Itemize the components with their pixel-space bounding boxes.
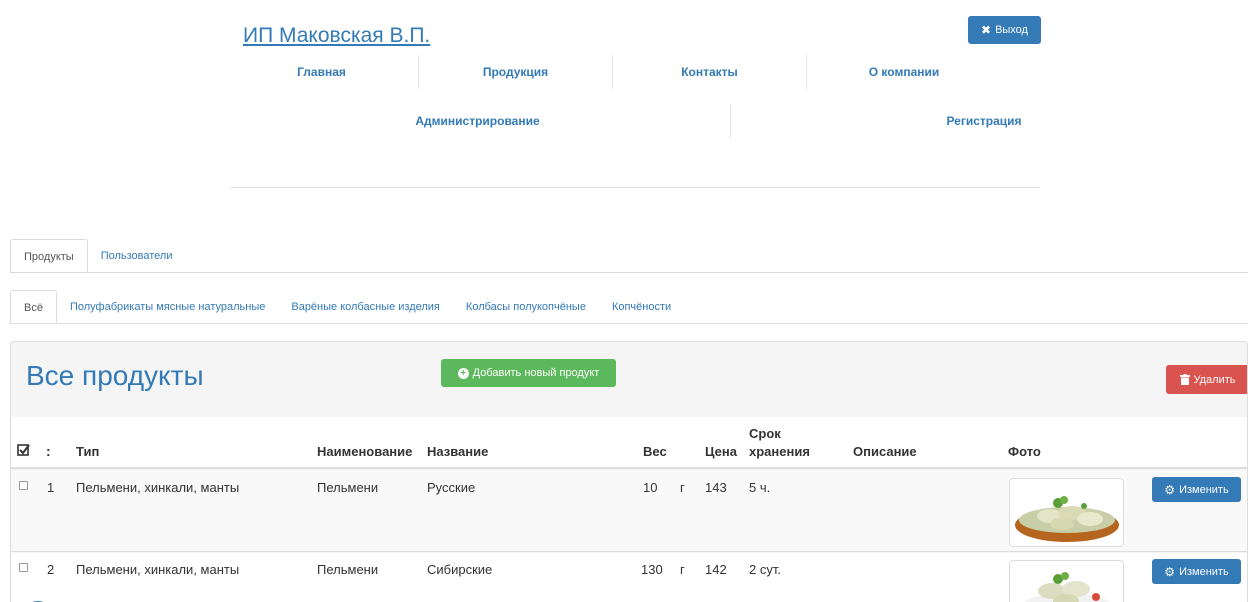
row-type: Пельмени, хинкали, манты [76,562,240,577]
delete-button[interactable]: Удалить [1166,365,1247,394]
category-tabs-divider [10,323,1248,324]
table-row: 1 Пельмени, хинкали, манты Пельмени Русс… [11,471,1247,552]
gear-icon: ⚙ [1164,482,1176,497]
row-name: Пельмени [317,562,379,577]
nav-item-home[interactable]: Главная [225,55,419,89]
tabs-divider [10,272,1248,273]
edit-button[interactable]: ⚙ Изменить [1152,477,1241,502]
nav-item-contacts[interactable]: Контакты [613,55,807,89]
plus-circle-icon: + [457,367,469,379]
secondary-nav: Администрирование Регистрация [225,104,1237,138]
row-weight: 10 [643,480,658,495]
logout-button[interactable]: ✖ Выход [968,16,1041,44]
tab-users[interactable]: Пользователи [88,239,186,273]
panel-title: Все продукты [26,360,204,391]
category-tabs: Всё Полуфабрикаты мясные натуральные Вар… [10,290,684,324]
tab-smoked[interactable]: Копчёности [599,290,684,324]
trash-icon [1179,374,1190,385]
gear-icon: ⚙ [1164,564,1176,579]
products-panel: Все продукты + Добавить новый продукт Уд… [10,341,1248,602]
col-num-header: : [46,443,51,459]
check-all-icon[interactable] [17,443,30,459]
add-product-label: Добавить новый продукт [472,367,600,379]
col-type-header: Тип [76,444,100,459]
col-description-header: Описание [853,444,917,459]
col-shelf-header-2: хранения [749,444,810,459]
col-title-header: Название [427,444,489,459]
tab-products[interactable]: Продукты [10,239,88,273]
close-icon: ✖ [981,23,992,37]
col-photo-header: Фото [1008,444,1041,459]
nav-item-about[interactable]: О компании [807,55,1001,89]
col-price-header: Цена [705,444,737,459]
nav-item-register[interactable]: Регистрация [731,104,1237,138]
col-shelf-header-1: Срок [749,426,781,441]
col-weight-header: Вес [643,444,667,459]
product-photo [1009,560,1124,602]
brand-link[interactable]: ИП Маковская В.П. [243,24,430,48]
table-header: : Тип Наименование Название Вес Цена Сро… [11,417,1247,469]
row-checkbox[interactable] [19,481,28,490]
add-product-button[interactable]: + Добавить новый продукт [441,359,616,387]
edit-label: Изменить [1179,565,1229,578]
row-title: Русские [427,480,476,495]
nav-item-admin[interactable]: Администрирование [225,104,731,138]
tab-semi-smoked[interactable]: Колбасы полукопчёные [453,290,599,324]
tab-all[interactable]: Всё [10,290,57,324]
row-num: 2 [47,562,55,577]
col-name-header: Наименование [317,444,413,459]
row-checkbox[interactable] [19,563,28,572]
logout-label: Выход [995,24,1028,36]
product-photo [1009,478,1124,547]
edit-button[interactable]: ⚙ Изменить [1152,559,1241,584]
row-shelf: 2 сут. [749,562,781,577]
row-price: 142 [705,562,727,577]
row-type: Пельмени, хинкали, манты [76,480,240,495]
row-num: 1 [47,480,55,495]
row-weight: 130 [641,562,663,577]
nav-item-products[interactable]: Продукция [419,55,613,89]
tab-boiled-sausage[interactable]: Варёные колбасные изделия [278,290,453,324]
row-name: Пельмени [317,480,379,495]
row-unit: г [680,480,685,495]
delete-label: Удалить [1193,373,1236,386]
row-title: Сибирские [427,562,493,577]
header-divider [230,187,1040,188]
primary-nav: Главная Продукция Контакты О компании [225,55,1001,89]
edit-label: Изменить [1179,483,1229,496]
row-unit: г [680,562,685,577]
row-price: 143 [705,480,727,495]
main-tabs: Продукты Пользователи [10,239,186,273]
table-row: 2 Пельмени, хинкали, манты Пельмени Сиби… [11,553,1247,602]
row-shelf: 5 ч. [749,480,771,495]
tab-semi-finished[interactable]: Полуфабрикаты мясные натуральные [57,290,278,324]
